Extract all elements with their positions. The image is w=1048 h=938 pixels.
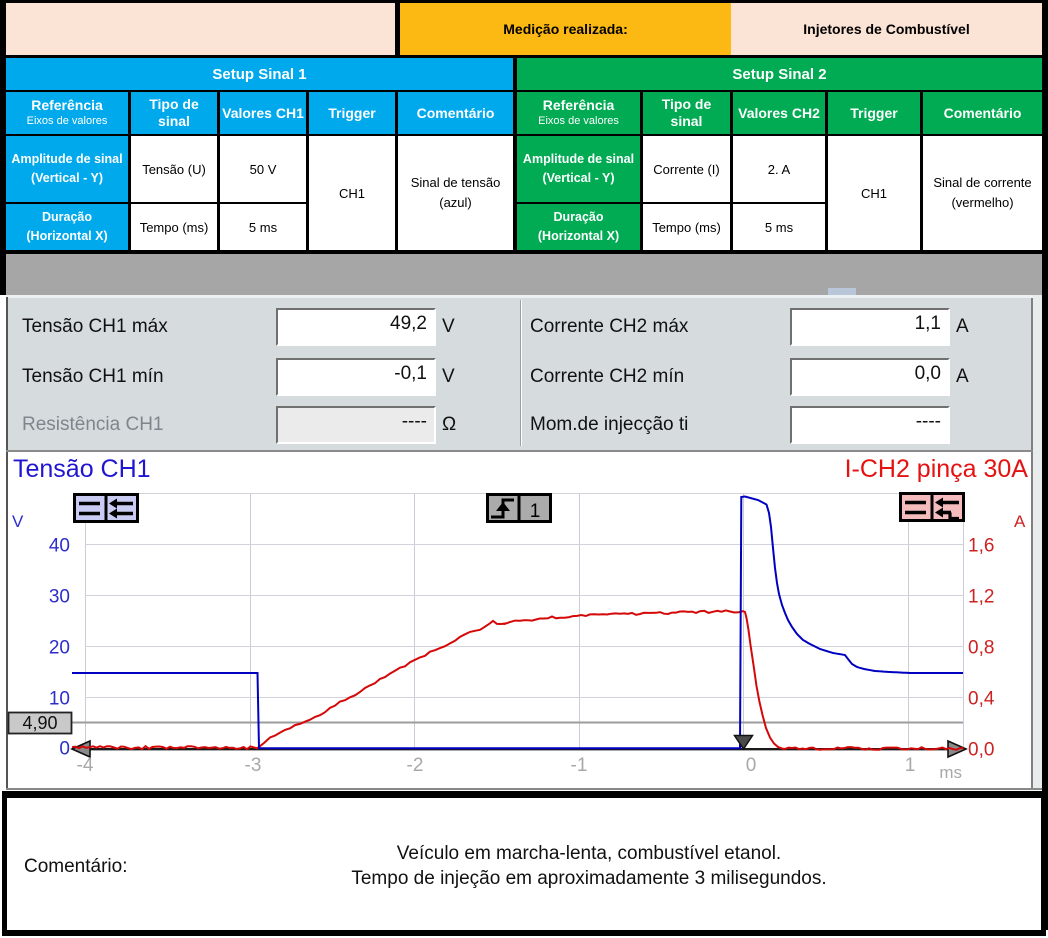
svg-text:ms: ms: [939, 763, 962, 782]
svg-text:40: 40: [49, 536, 70, 557]
svg-text:0,0: 0,0: [968, 740, 994, 761]
svg-text:-4: -4: [77, 755, 94, 776]
svg-text:30: 30: [49, 587, 70, 608]
svg-text:0: 0: [59, 739, 70, 760]
svg-text:1,2: 1,2: [968, 587, 994, 608]
svg-text:1: 1: [530, 501, 541, 522]
svg-text:10: 10: [49, 689, 70, 710]
svg-text:1: 1: [905, 755, 916, 776]
svg-text:-2: -2: [407, 755, 424, 776]
svg-text:20: 20: [49, 638, 70, 659]
svg-text:1,6: 1,6: [968, 536, 994, 557]
svg-text:A: A: [1014, 512, 1026, 531]
svg-text:4,90: 4,90: [22, 713, 57, 733]
svg-text:0: 0: [746, 755, 757, 776]
svg-text:0,8: 0,8: [968, 638, 994, 659]
svg-text:0,4: 0,4: [968, 689, 995, 710]
svg-text:-3: -3: [245, 755, 262, 776]
svg-text:V: V: [12, 512, 24, 531]
svg-text:-1: -1: [571, 755, 588, 776]
